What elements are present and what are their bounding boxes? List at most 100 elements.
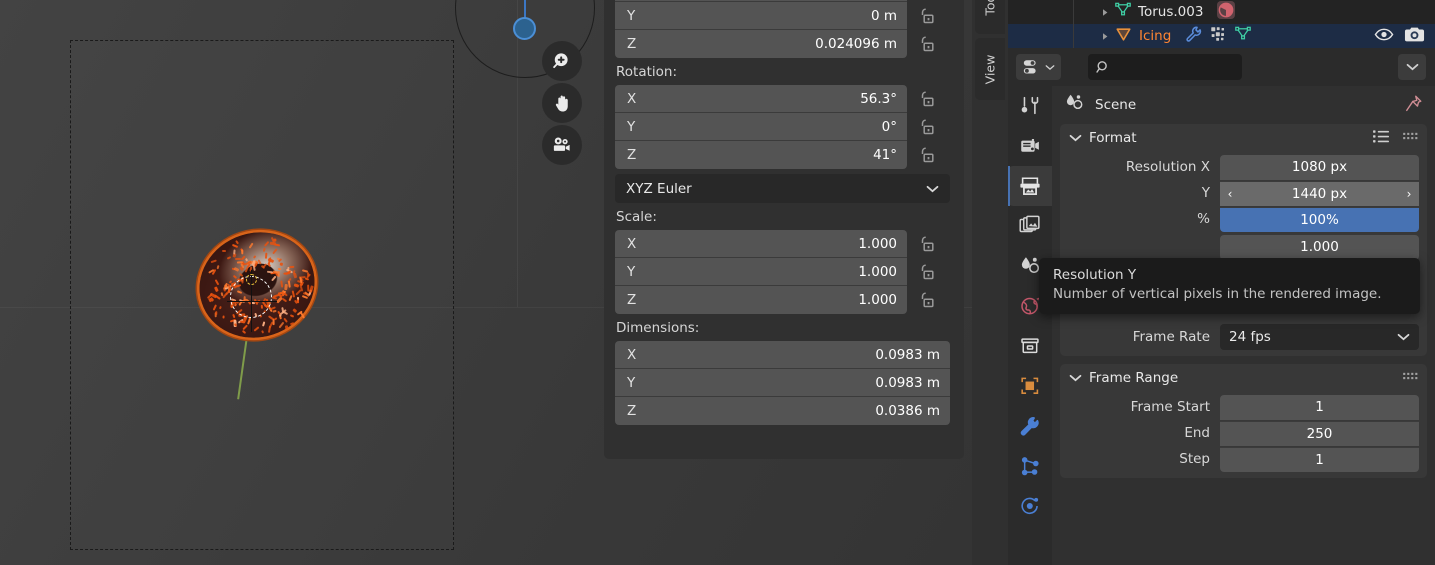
increment-arrow-icon[interactable]: › [1399, 182, 1419, 207]
lock-icon[interactable] [918, 2, 964, 30]
rotation-z-field[interactable]: Z 41° [615, 141, 907, 169]
location-z-field[interactable]: Z 0.024096 m [615, 30, 907, 58]
lock-icon[interactable] [918, 230, 964, 258]
frame-end-label: End [1184, 425, 1210, 441]
camera-icon[interactable] [1404, 26, 1425, 47]
zoom-icon[interactable] [542, 41, 582, 81]
aspect-input[interactable]: 1.000 [1220, 234, 1419, 260]
search-input[interactable] [1088, 54, 1242, 80]
chevron-down-icon[interactable] [1069, 130, 1082, 146]
tooltip-title: Resolution Y [1053, 267, 1137, 283]
location-locks [907, 0, 964, 58]
scale-z-field[interactable]: Z 1.000 [615, 286, 907, 314]
field-value: 1.000 [858, 292, 897, 308]
scene-icon [1064, 92, 1086, 118]
field-value: 0.0983 m [875, 374, 940, 391]
resolution-percent-slider[interactable]: 100% [1220, 206, 1419, 232]
material-sphere-icon[interactable] [1216, 0, 1236, 24]
resolution-x-input[interactable]: 1080 px [1220, 154, 1419, 180]
format-panel-header-icons [1372, 129, 1419, 148]
field-value: 0.024096 m [815, 36, 897, 52]
rotation-y-field[interactable]: Y 0° [615, 113, 907, 141]
location-y-field[interactable]: Y 0 m [615, 2, 907, 30]
disclosure-triangle-icon[interactable] [1096, 32, 1114, 41]
3d-viewport[interactable]: X 0 m Y 0 m Z 0.024096 m [0, 0, 972, 565]
breadcrumb-scene-label: Scene [1095, 97, 1137, 113]
lock-icon[interactable] [918, 30, 964, 58]
tab-object[interactable] [1008, 366, 1052, 406]
outliner-row-torus[interactable]: Torus.003 [1008, 0, 1435, 24]
particles-icon[interactable] [1209, 25, 1228, 48]
tab-render[interactable] [1008, 126, 1052, 166]
presets-list-icon[interactable] [1372, 129, 1391, 148]
lock-icon[interactable] [918, 85, 964, 113]
field-value: 0 m [870, 7, 897, 24]
eye-icon[interactable] [1374, 27, 1394, 46]
frame-range-header-icons [1402, 370, 1419, 386]
outliner-item-label: Icing [1139, 28, 1172, 44]
resolution-percent-label: % [1197, 211, 1210, 227]
disclosure-triangle-icon[interactable] [1096, 8, 1114, 17]
tab-particles[interactable] [1008, 446, 1052, 486]
tab-tool[interactable] [1008, 86, 1052, 126]
frame-range-panel-header[interactable]: Frame Range [1060, 364, 1427, 392]
dimensions-z-field[interactable]: Z 0.0386 m [615, 397, 950, 425]
pin-icon[interactable] [1404, 94, 1423, 117]
decrement-arrow-icon[interactable]: ‹ [1220, 182, 1240, 207]
tab-view-layer[interactable] [1008, 206, 1052, 246]
search-icon [1096, 60, 1107, 73]
frame-end-input[interactable]: 250 [1220, 420, 1419, 446]
axis-label: X [627, 346, 637, 363]
axis-label: Y [627, 118, 636, 135]
outliner-editor[interactable]: Torus.003 Icing [1008, 0, 1435, 48]
tab-output[interactable] [1008, 166, 1052, 206]
frame-end-value: 250 [1306, 425, 1333, 442]
scale-y-field[interactable]: Y 1.000 [615, 258, 907, 286]
wrench-modifier-icon[interactable] [1185, 25, 1203, 47]
gizmo-axis-ball-y[interactable] [513, 17, 536, 40]
pan-icon[interactable] [542, 83, 582, 123]
frame-step-input[interactable]: 1 [1220, 446, 1419, 472]
axis-label: Z [627, 36, 637, 52]
field-value: 0.0386 m [875, 403, 940, 419]
lock-icon[interactable] [918, 258, 964, 286]
sidebar-tab-tool-label: Tool [982, 0, 998, 16]
lock-icon[interactable] [918, 286, 964, 314]
outliner-row-icing[interactable]: Icing [1008, 24, 1435, 48]
axis-label: Y [627, 374, 636, 391]
frame-start-value: 1 [1315, 399, 1324, 415]
frame-start-input[interactable]: 1 [1220, 394, 1419, 420]
resolution-percent-value: 100% [1300, 211, 1339, 228]
scale-locks [907, 230, 964, 314]
chevron-down-icon[interactable] [1069, 370, 1082, 386]
grip-dots-icon[interactable] [1402, 370, 1419, 386]
aspect-hidden-row: 1.000 [1060, 234, 1427, 260]
frame-rate-dropdown[interactable]: 24 fps [1220, 324, 1419, 350]
lock-icon[interactable] [918, 141, 964, 169]
scale-x-field[interactable]: X 1.000 [615, 230, 907, 258]
rotation-x-field[interactable]: X 56.3° [615, 85, 907, 113]
mesh-data-icon[interactable] [1234, 25, 1252, 47]
dimensions-x-field[interactable]: X 0.0983 m [615, 341, 950, 369]
grip-dots-icon[interactable] [1402, 130, 1419, 146]
sidebar-tab-tool[interactable]: Tool [975, 0, 1005, 34]
tab-physics[interactable] [1008, 486, 1052, 526]
properties-tab-column [1008, 86, 1052, 565]
resolution-y-input[interactable]: ‹ 1440 px › [1220, 180, 1419, 207]
donut-object[interactable] [185, 217, 336, 405]
filter-dropdown-button[interactable] [1398, 54, 1426, 80]
frame-rate-value: 24 fps [1229, 329, 1271, 345]
sidebar-tab-view[interactable]: View [975, 38, 1005, 100]
camera-icon[interactable] [542, 125, 582, 165]
scale-fields: X 1.000 Y 1.000 Z 1.000 [615, 230, 907, 314]
dimensions-y-field[interactable]: Y 0.0983 m [615, 369, 950, 397]
resolution-x-row: Resolution X 1080 px [1060, 154, 1427, 180]
tab-collection[interactable] [1008, 326, 1052, 366]
format-panel-header[interactable]: Format [1060, 124, 1427, 152]
tab-modifier[interactable] [1008, 406, 1052, 446]
editor-type-icon[interactable] [1016, 54, 1061, 80]
axis-label: Z [627, 403, 637, 419]
rotation-mode-dropdown[interactable]: XYZ Euler [615, 174, 950, 203]
sidebar-tab-strip: Tool View [972, 0, 1008, 565]
lock-icon[interactable] [918, 113, 964, 141]
